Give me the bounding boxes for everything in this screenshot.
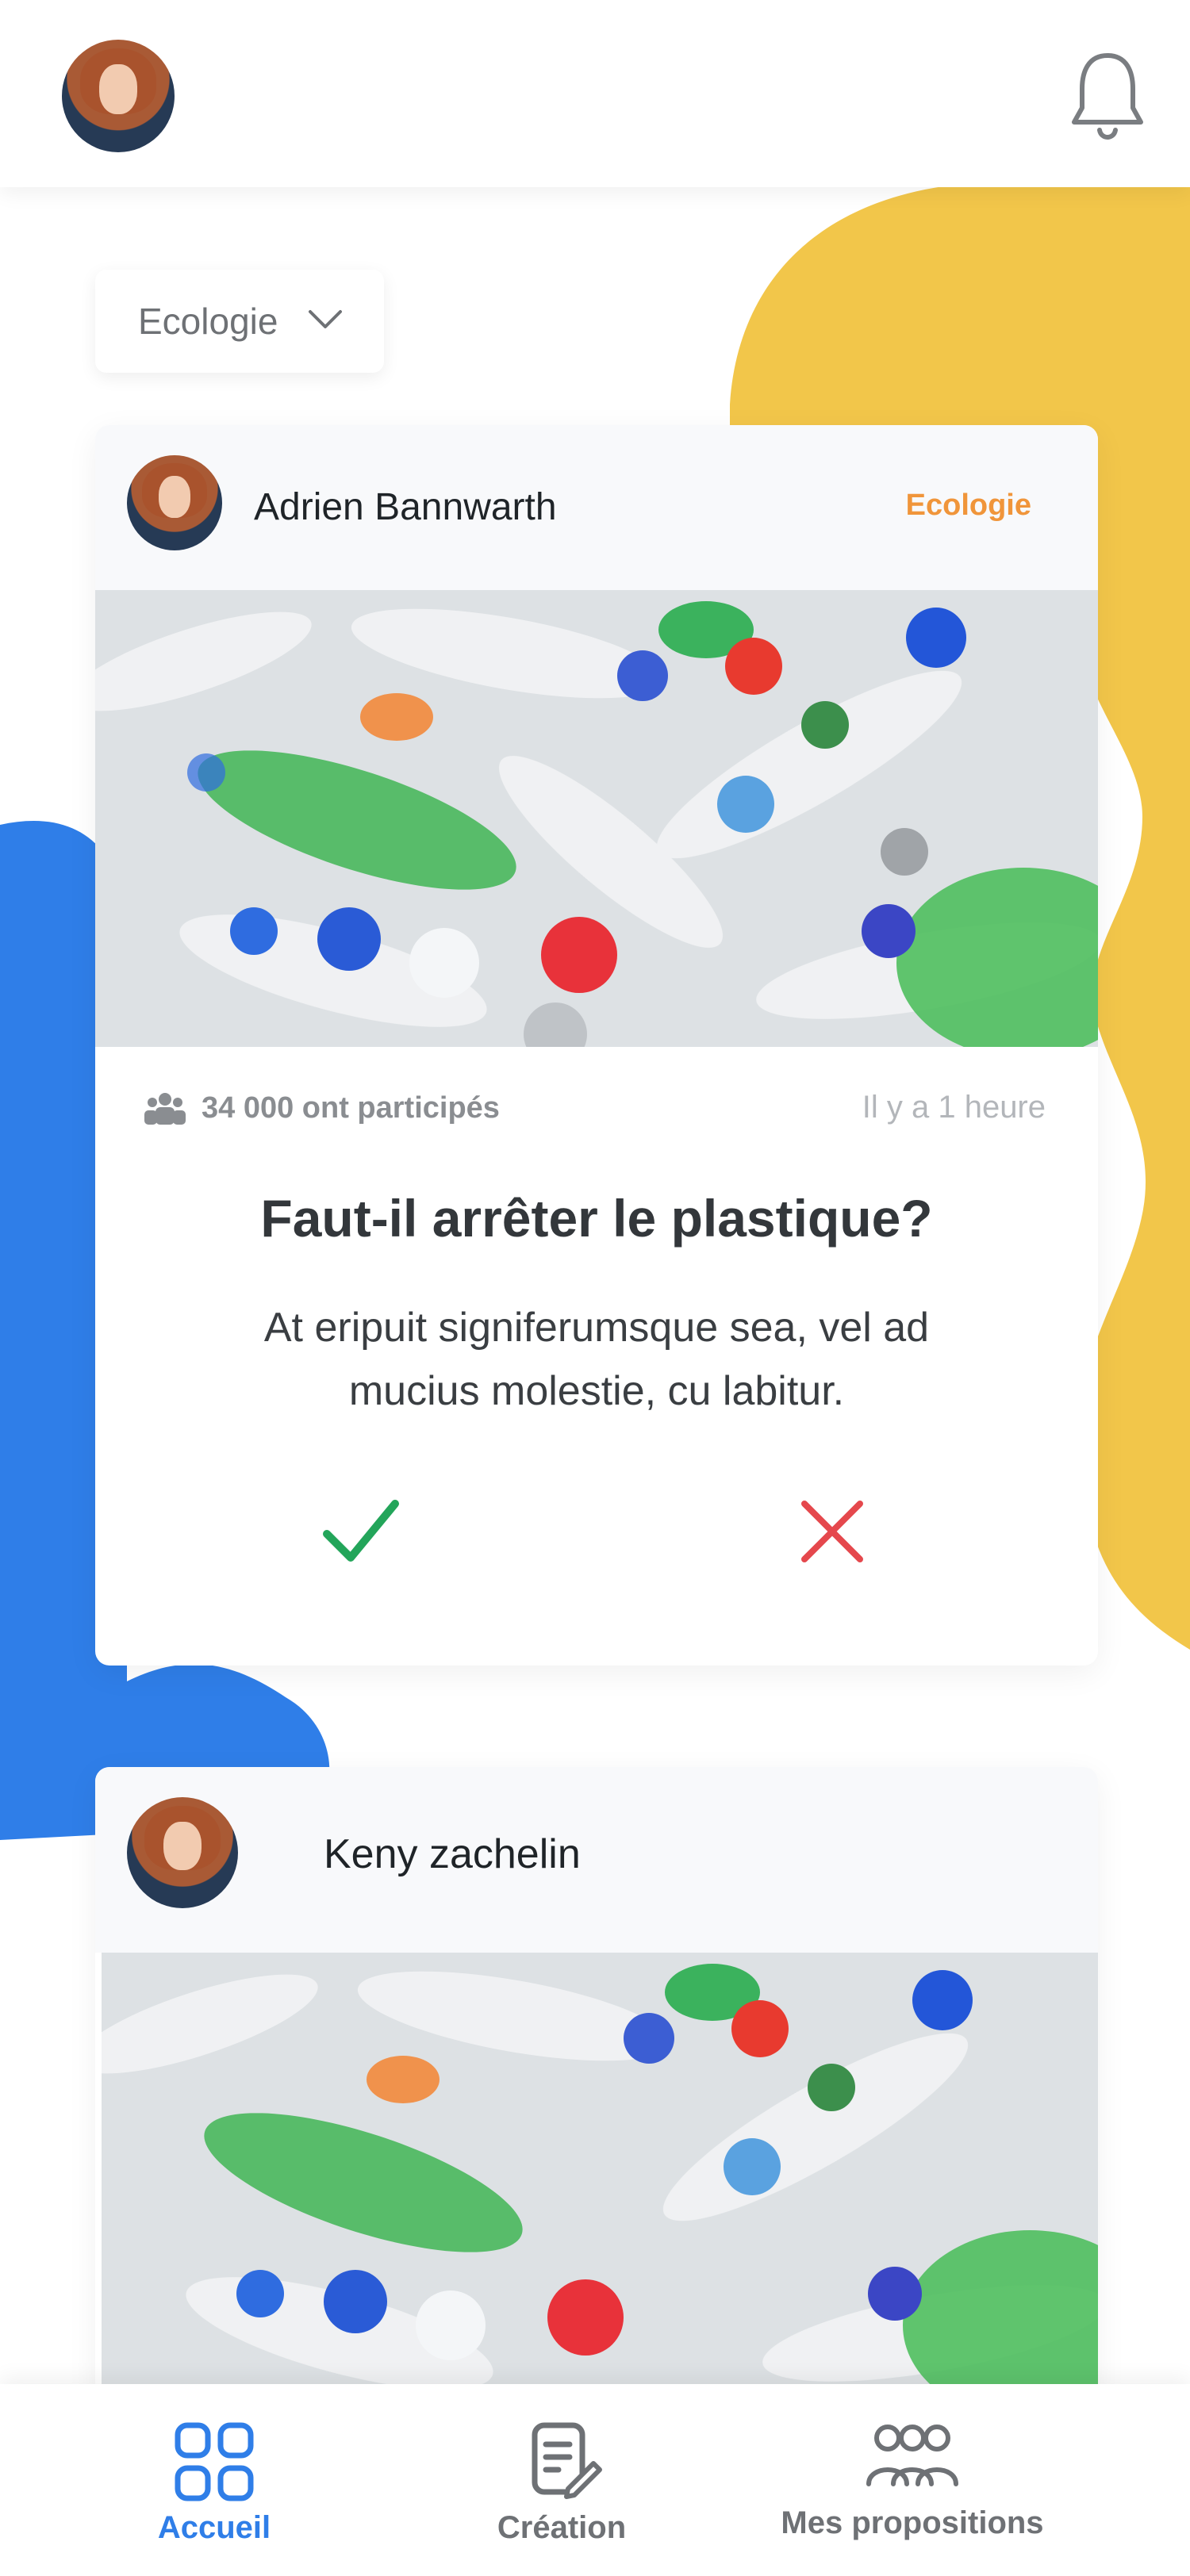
post-card-header: Adrien Bannwarth Ecologie (95, 425, 1098, 590)
nav-item-accueil[interactable]: Accueil (119, 2421, 309, 2546)
category-filter-label: Ecologie (138, 301, 278, 342)
post-question: Faut-il arrêter le plastique? (260, 1189, 933, 1248)
close-icon[interactable] (797, 1496, 868, 1567)
post-image (102, 1953, 1098, 2402)
post-description: At eripuit signiferumsque sea, vel ad mu… (230, 1296, 963, 1423)
post-image (95, 590, 1098, 1047)
participants-icon (144, 1093, 186, 1125)
check-icon[interactable] (317, 1488, 405, 1575)
author-avatar[interactable] (127, 1797, 238, 1908)
post-category[interactable]: Ecologie (906, 489, 1031, 523)
nav-item-mes-propositions[interactable]: Mes propositions (770, 2421, 1055, 2541)
post-description-line: At eripuit signiferumsque sea, vel ad (263, 1305, 930, 1351)
category-filter-dropdown[interactable]: Ecologie (95, 270, 384, 373)
post-description-line: mucius molestie, cu labitur. (348, 1368, 845, 1414)
author-name[interactable]: Keny zachelin (324, 1830, 581, 1878)
profile-avatar[interactable] (62, 40, 175, 152)
nav-label: Accueil (157, 2510, 271, 2545)
group-icon (866, 2425, 958, 2486)
post-time: Il y a 1 heure (862, 1090, 1046, 1125)
edit-document-icon (532, 2422, 602, 2499)
grid-icon (175, 2422, 254, 2501)
author-avatar[interactable] (127, 455, 222, 550)
post-card: Keny zachelin (95, 1767, 1098, 2402)
top-bar (0, 0, 1190, 187)
nav-label: Création (497, 2510, 627, 2545)
participants-count: 34 000 ont participés (202, 1091, 500, 1125)
bottom-navigation: Accueil Création Mes propositions (0, 2384, 1190, 2576)
post-card: Adrien Bannwarth Ecologie 34 000 ont par… (95, 425, 1098, 1666)
chevron-down-icon (309, 310, 342, 328)
bell-icon[interactable] (1068, 46, 1147, 149)
author-name[interactable]: Adrien Bannwarth (254, 485, 557, 529)
nav-item-creation[interactable]: Création (466, 2421, 657, 2546)
nav-label: Mes propositions (781, 2505, 1044, 2540)
post-card-header: Keny zachelin (95, 1767, 1098, 1953)
